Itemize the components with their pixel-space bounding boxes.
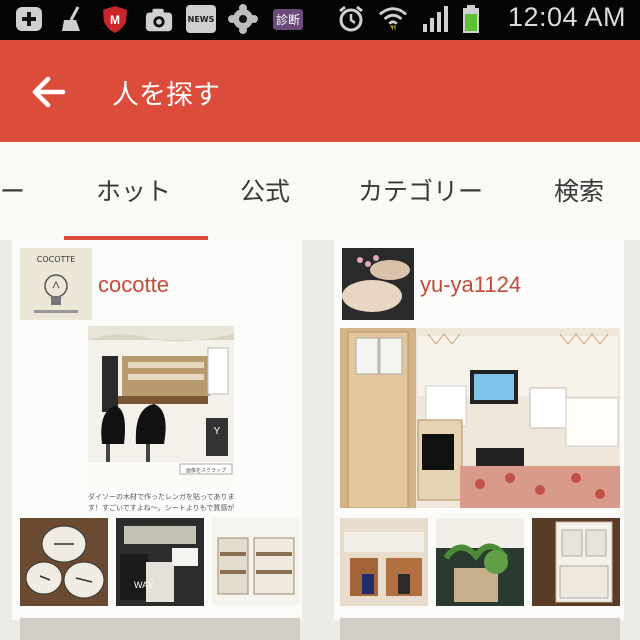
avatar[interactable]: COCOTTE (20, 248, 92, 320)
battery-icon (456, 4, 486, 34)
username[interactable]: cocotte (98, 272, 169, 298)
mcafee-shield-icon: M (100, 4, 130, 34)
tab-bar: ー ホット 公式 カテゴリー 検索 (0, 142, 640, 240)
camera-icon (144, 4, 174, 34)
thumbnail[interactable]: WAY (116, 518, 204, 606)
thumbnail[interactable] (212, 518, 300, 606)
wifi-icon (378, 4, 408, 34)
signal-icon (420, 4, 450, 34)
tab-partial[interactable]: ー (0, 172, 25, 208)
next-card-top[interactable] (340, 618, 620, 640)
thumbnail[interactable] (20, 518, 108, 606)
username[interactable]: yu-ya1124 (420, 272, 521, 298)
back-arrow-icon (32, 76, 66, 108)
tab-official[interactable]: 公式 (240, 172, 290, 208)
tab-hot[interactable]: ホット (96, 172, 171, 208)
back-button[interactable] (22, 65, 76, 119)
svg-text:WAY: WAY (134, 580, 154, 590)
clip-label: 画像をスクラップ (186, 467, 226, 474)
clock: 12:04 AM (507, 2, 626, 32)
tab-search[interactable]: 検索 (554, 172, 604, 208)
post-caption: ダイソーの木材で作ったレンガを貼ってあります！すごいですよね〜。シートよりもで質… (88, 493, 235, 516)
news-icon: NEWS (186, 4, 216, 34)
broom-icon (58, 4, 88, 34)
thumbnail[interactable] (436, 518, 524, 606)
app-bar: 人を探す (0, 40, 640, 142)
svg-text:M: M (110, 13, 120, 27)
shindan-icon: 診断 (268, 4, 308, 34)
thumbnail[interactable] (532, 518, 620, 606)
user-card[interactable]: yu-ya1124 (334, 240, 624, 620)
plus-icon (14, 4, 44, 34)
post-image[interactable]: Y 画像をスクラップ (88, 326, 234, 488)
status-bar: M NEWS 診断 12:04 AM (0, 0, 640, 40)
thumbnail[interactable] (340, 518, 428, 606)
page-title: 人を探す (112, 80, 220, 111)
next-card-top[interactable] (20, 618, 300, 640)
post-image[interactable] (340, 328, 620, 508)
svg-text:Y: Y (214, 426, 221, 437)
tab-category[interactable]: カテゴリー (358, 172, 483, 208)
user-card[interactable]: COCOTTE cocotte Y 画像をスクラップ ダイソーの木材で作ったレン… (12, 240, 302, 620)
avatar-logo-text: COCOTTE (37, 255, 75, 264)
alarm-icon (336, 4, 366, 34)
app-gear-icon (228, 4, 258, 34)
avatar[interactable] (342, 248, 414, 320)
